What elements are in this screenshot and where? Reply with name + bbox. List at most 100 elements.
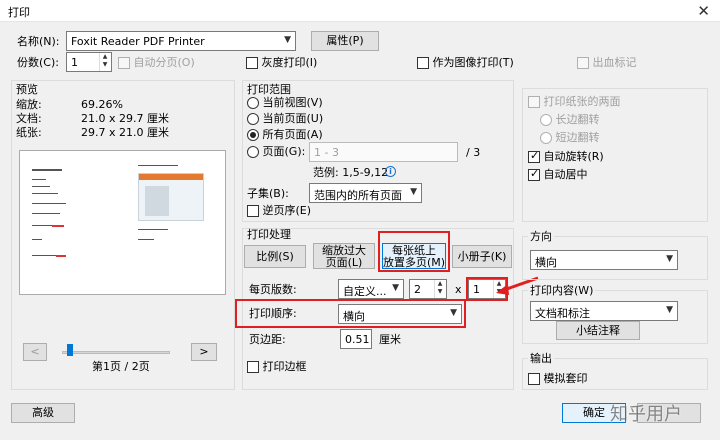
collate-option[interactable]: 自动分页(O) (118, 56, 195, 70)
short-edge-option[interactable]: 短边翻转 (540, 131, 600, 145)
advanced-button[interactable]: 高级 (11, 403, 75, 423)
subset-select[interactable]: 范围内的所有页面 ▼ (309, 183, 422, 203)
print-as-image-checkbox[interactable] (417, 57, 429, 69)
preview-text-line (138, 229, 168, 230)
reverse-pages-checkbox[interactable] (247, 205, 259, 217)
current-view-option[interactable]: 当前视图(V) (247, 96, 323, 110)
margin-value: 0.51 (345, 333, 370, 346)
print-order-value: 横向 (343, 310, 365, 323)
columns-value: 2 (414, 283, 421, 296)
print-as-image-option[interactable]: 作为图像打印(T) (417, 56, 514, 70)
printer-name-label: 名称(N): (17, 35, 60, 48)
current-page-radio[interactable] (247, 113, 259, 125)
long-edge-label: 长边翻转 (555, 113, 600, 126)
shrink-oversized-line2: 页面(L) (325, 256, 363, 269)
print-as-image-label: 作为图像打印(T) (432, 56, 514, 69)
preview-text-line (138, 165, 178, 166)
total-pages: / 3 (466, 146, 481, 159)
times-sign: x (455, 283, 462, 296)
spin-arrows-icon[interactable]: ▲▼ (434, 280, 445, 298)
pages-per-sheet-select[interactable]: 自定义... ▼ (338, 279, 404, 299)
summarize-comments-button[interactable]: 小结注释 (556, 321, 640, 340)
grayscale-checkbox[interactable] (246, 57, 258, 69)
document-size-value: 21.0 x 29.7 厘米 (81, 112, 169, 125)
multiple-pages-tab[interactable]: 每张纸上 放置多页(M) (382, 243, 446, 269)
margin-unit: 厘米 (379, 333, 401, 346)
preview-text-line (32, 193, 58, 194)
simulate-overprint-checkbox[interactable] (528, 373, 540, 385)
previous-page-button[interactable]: < (23, 343, 47, 361)
close-icon[interactable]: ✕ (697, 1, 710, 21)
title-bar: 打印 ✕ (0, 0, 720, 22)
multiple-pages-line2: 放置多页(M) (383, 256, 446, 269)
all-pages-option[interactable]: 所有页面(A) (247, 128, 323, 142)
both-sides-checkbox[interactable] (528, 96, 540, 108)
scale-tab[interactable]: 比例(S) (244, 245, 306, 268)
output-marks-checkbox[interactable] (577, 57, 589, 69)
preview-text-line (32, 169, 62, 171)
properties-button[interactable]: 属性(P) (311, 31, 379, 51)
zoom-value: 69.26% (81, 98, 123, 111)
all-pages-label: 所有页面(A) (262, 128, 323, 141)
reverse-pages-option[interactable]: 逆页序(E) (247, 204, 311, 218)
pages-per-sheet-value: 自定义... (343, 285, 387, 298)
window-title: 打印 (8, 6, 30, 19)
print-handling-title: 打印处理 (247, 228, 291, 241)
chevron-down-icon: ▼ (666, 254, 673, 264)
next-page-button[interactable]: > (191, 343, 217, 361)
chevron-down-icon: ▼ (284, 35, 291, 45)
page-slider-thumb[interactable] (67, 344, 74, 356)
both-sides-option[interactable]: 打印纸张的两面 (528, 95, 621, 109)
printer-select[interactable]: Foxit Reader PDF Printer ▼ (66, 31, 296, 51)
print-borders-checkbox[interactable] (247, 361, 259, 373)
booklet-tab[interactable]: 小册子(K) (452, 245, 512, 268)
printer-select-value: Foxit Reader PDF Printer (71, 35, 205, 48)
page-slider-track[interactable] (62, 351, 170, 354)
auto-rotate-option[interactable]: ✓ 自动旋转(R) (528, 149, 604, 164)
pages-option[interactable]: 页面(G): (247, 145, 305, 159)
orientation-select[interactable]: 横向 ▼ (530, 250, 678, 270)
auto-rotate-checkbox[interactable]: ✓ (528, 149, 540, 163)
output-marks-option[interactable]: 出血标记 (577, 56, 637, 70)
collate-checkbox[interactable] (118, 57, 130, 69)
print-content-select[interactable]: 文档和标注 ▼ (530, 301, 678, 321)
shrink-oversized-tab[interactable]: 缩放过大 页面(L) (313, 243, 375, 269)
preview-text-line (32, 203, 66, 204)
simulate-overprint-label: 模拟套印 (543, 372, 588, 385)
info-icon[interactable]: i (385, 166, 396, 177)
reverse-pages-label: 逆页序(E) (262, 204, 312, 217)
zoom-label: 缩放: (16, 98, 42, 111)
auto-rotate-label: 自动旋转(R) (543, 150, 604, 163)
columns-spinner[interactable]: 2 ▲ ▼ (409, 279, 447, 299)
current-view-radio[interactable] (247, 97, 259, 109)
long-edge-radio[interactable] (540, 114, 552, 126)
auto-center-option[interactable]: ✓ 自动居中 (528, 167, 588, 182)
watermark-text: 知乎用户 (610, 404, 682, 425)
pages-label: 页面(G): (262, 145, 306, 158)
range-example: 范例: 1,5-9,12 (313, 166, 389, 179)
preview-text-line (138, 239, 154, 240)
current-page-option[interactable]: 当前页面(U) (247, 112, 323, 126)
both-sides-label: 打印纸张的两面 (543, 95, 621, 108)
auto-center-label: 自动居中 (543, 168, 588, 181)
preview-highlight-line (56, 255, 66, 257)
collate-label: 自动分页(O) (133, 56, 195, 69)
all-pages-radio[interactable] (247, 129, 259, 141)
spin-arrows-icon[interactable]: ▲▼ (99, 53, 110, 71)
grayscale-option[interactable]: 灰度打印(I) (246, 56, 317, 70)
orientation-value: 横向 (535, 256, 557, 269)
long-edge-option[interactable]: 长边翻转 (540, 113, 600, 127)
margin-input[interactable]: 0.51 (340, 329, 372, 349)
pages-radio[interactable] (247, 146, 259, 158)
print-order-select[interactable]: 横向 ▼ (338, 304, 462, 324)
short-edge-radio[interactable] (540, 132, 552, 144)
print-borders-option[interactable]: 打印边框 (247, 360, 307, 374)
simulate-overprint-option[interactable]: 模拟套印 (528, 372, 588, 386)
auto-center-checkbox[interactable]: ✓ (528, 167, 540, 181)
pages-per-sheet-label: 每页版数: (249, 283, 297, 296)
copies-spinner[interactable]: 1 ▲ ▼ (66, 52, 112, 72)
page-range-input[interactable]: 1 - 3 (309, 142, 458, 162)
chevron-down-icon: ▼ (410, 187, 417, 197)
print-range-title: 打印范围 (247, 83, 291, 96)
preview-text-line (32, 255, 56, 256)
